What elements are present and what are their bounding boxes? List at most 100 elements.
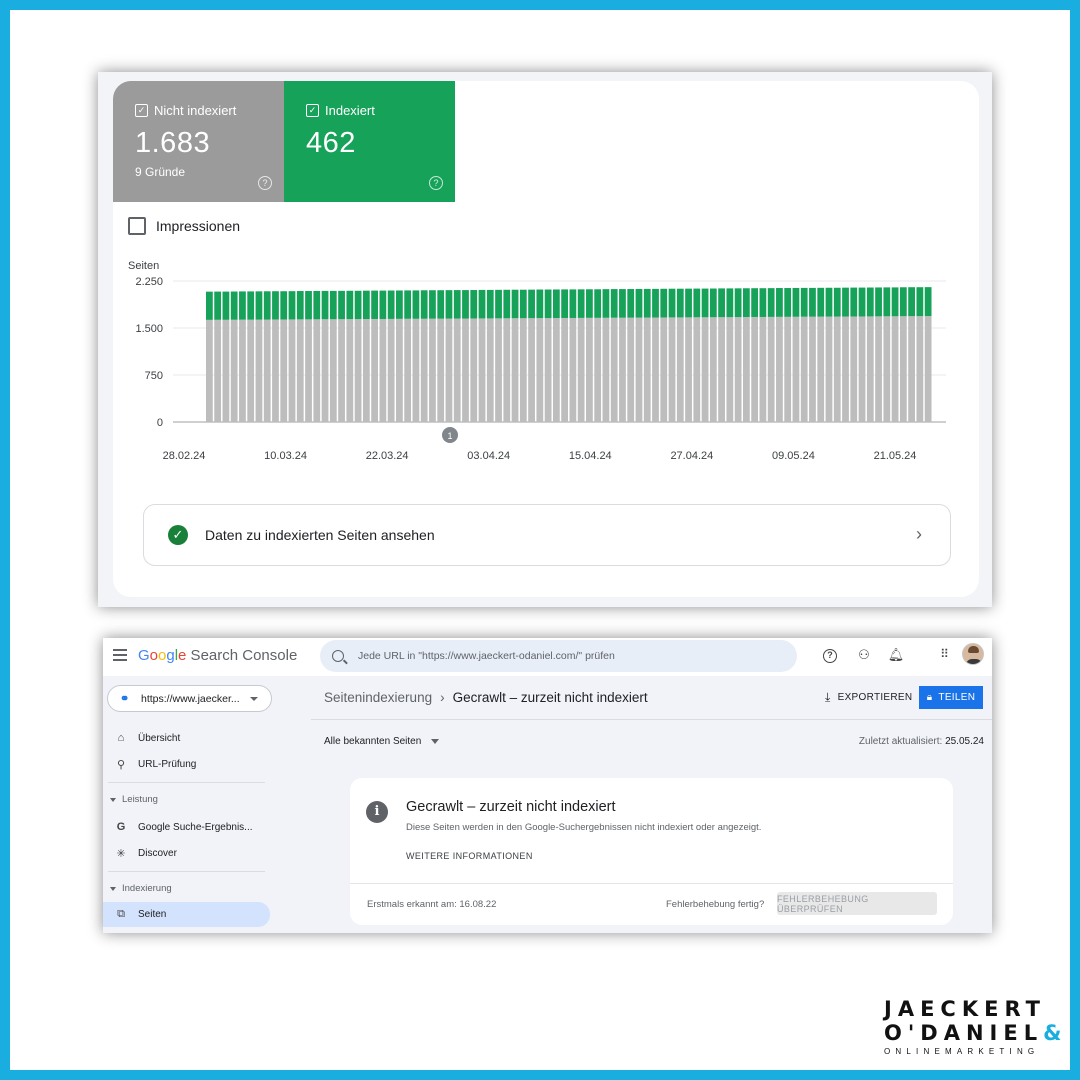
manage-users-icon[interactable]: ⚇ — [855, 647, 873, 663]
bar-indexed — [742, 288, 750, 318]
bar-not-indexed — [511, 318, 519, 422]
sidebar-item-discover[interactable]: ✳ Discover — [103, 841, 271, 865]
bar-indexed — [569, 289, 577, 318]
export-button[interactable]: ⤓ EXPORTIEREN — [825, 690, 912, 705]
bar-indexed — [858, 287, 866, 317]
validate-fix-button[interactable]: FEHLERBEHEBUNG ÜBERPRÜFEN — [777, 892, 937, 915]
bar-indexed — [387, 290, 395, 319]
bar-indexed — [899, 287, 907, 317]
bar-not-indexed — [643, 317, 651, 422]
bar-not-indexed — [875, 316, 882, 422]
bar-indexed — [792, 287, 800, 317]
bar-not-indexed — [569, 317, 577, 422]
bar-indexed — [817, 287, 825, 317]
bar-indexed — [528, 289, 535, 319]
sidebar-item-overview[interactable]: ⌂ Übersicht — [103, 726, 271, 750]
last-updated-date: 25.05.24 — [945, 736, 984, 747]
sidebar-item-url-check[interactable]: ⚲ URL-Prüfung — [103, 752, 271, 776]
checkbox-unchecked-icon[interactable] — [128, 217, 146, 235]
bar-not-indexed — [429, 318, 436, 422]
menu-icon[interactable] — [113, 649, 127, 661]
not-indexed-label: Nicht indexiert — [154, 103, 237, 118]
pages-filter-dropdown[interactable]: Alle bekannten Seiten — [324, 736, 440, 747]
bar-not-indexed — [660, 317, 668, 422]
bar-not-indexed — [767, 316, 775, 422]
bar-indexed — [676, 288, 684, 318]
share-button[interactable]: 🔒︎ TEILEN — [919, 686, 983, 709]
bar-not-indexed — [734, 317, 742, 422]
bar-indexed — [429, 290, 436, 319]
bar-not-indexed — [371, 318, 379, 422]
bar-indexed — [850, 287, 858, 317]
bar-indexed — [586, 289, 593, 318]
bar-not-indexed — [462, 318, 469, 422]
breadcrumb-parent[interactable]: Seitenindexierung — [324, 690, 432, 705]
apps-grid-icon[interactable]: ⠿ — [935, 647, 953, 661]
bar-not-indexed — [742, 317, 750, 422]
bar-not-indexed — [577, 317, 585, 422]
sidebar-item-google-results[interactable]: G Google Suche-Ergebnis... — [103, 815, 271, 839]
bar-not-indexed — [222, 319, 230, 422]
checkbox-checked-icon[interactable]: ✓ — [135, 104, 148, 117]
bar-indexed — [338, 290, 345, 320]
bar-indexed — [313, 290, 321, 320]
indexed-tile[interactable]: ✓ Indexiert 462 ? — [284, 81, 455, 202]
brand-logo: JAECKERT O'DANIEL& ONLINEMARKETING — [884, 997, 1062, 1056]
sidebar-item-pages[interactable]: ⧉ Seiten — [103, 902, 270, 927]
url-inspection-input[interactable] — [358, 650, 778, 662]
bar-not-indexed — [412, 318, 420, 422]
bar-not-indexed — [784, 316, 792, 422]
y-tick-label: 2.250 — [135, 276, 163, 288]
bar-not-indexed — [536, 318, 544, 422]
avatar[interactable] — [962, 643, 984, 665]
bar-indexed — [693, 288, 701, 318]
divider — [311, 719, 992, 720]
first-detected: Erstmals erkannt am: 16.08.22 — [367, 899, 497, 910]
bar-indexed — [321, 290, 329, 320]
chevron-right-icon: › — [916, 524, 922, 544]
section-indexing[interactable]: Indexierung — [110, 883, 172, 894]
bar-not-indexed — [594, 317, 602, 422]
bar-not-indexed — [809, 316, 816, 422]
bar-indexed — [726, 288, 734, 318]
bar-not-indexed — [503, 318, 511, 422]
bar-indexed — [924, 287, 932, 317]
fix-done-label: Fehlerbehebung fertig? — [666, 899, 765, 910]
property-selector[interactable]: ⚭ https://www.jaecker... — [107, 685, 272, 712]
bar-not-indexed — [726, 317, 734, 422]
help-icon[interactable]: ? — [258, 176, 272, 190]
sidebar: ⚭ https://www.jaecker... ⌂ Übersicht ⚲ U… — [103, 676, 275, 933]
url-inspection-search[interactable] — [320, 640, 797, 672]
bar-not-indexed — [685, 317, 692, 422]
bar-not-indexed — [230, 319, 238, 422]
y-tick-label: 750 — [145, 370, 163, 382]
bar-not-indexed — [263, 319, 271, 422]
bar-not-indexed — [404, 318, 412, 422]
app-logo[interactable]: Google Search Console — [138, 647, 297, 664]
top-app-bar: Google Search Console ? ⚇ 🔔︎ ⠿ — [103, 638, 992, 676]
bar-not-indexed — [346, 319, 354, 422]
view-indexed-pages-row[interactable]: ✓ Daten zu indexierten Seiten ansehen › — [143, 504, 951, 566]
bar-not-indexed — [255, 319, 263, 422]
bar-indexed — [362, 290, 370, 320]
not-indexed-tile[interactable]: ✓ Nicht indexiert 1.683 9 Gründe ? — [113, 81, 284, 202]
bar-indexed — [239, 291, 246, 320]
bar-not-indexed — [709, 317, 717, 422]
issue-description: Diese Seiten werden in den Google-Sucher… — [406, 822, 762, 833]
bar-indexed — [561, 289, 569, 318]
impressions-label: Impressionen — [156, 218, 241, 234]
indexing-overview-panel: ✓ Nicht indexiert 1.683 9 Gründe ? ✓ Ind… — [98, 72, 992, 607]
section-performance[interactable]: Leistung — [110, 794, 158, 805]
notifications-icon[interactable]: 🔔︎ — [887, 647, 905, 663]
search-console-panel: Google Search Console ? ⚇ 🔔︎ ⠿ ⚭ https:/… — [103, 638, 992, 933]
bar-not-indexed — [239, 319, 246, 422]
bar-indexed — [470, 290, 478, 319]
bar-not-indexed — [701, 317, 709, 422]
help-icon[interactable]: ? — [429, 176, 443, 190]
checkbox-checked-icon[interactable]: ✓ — [306, 104, 319, 117]
impressions-toggle[interactable]: Impressionen — [128, 217, 240, 235]
help-icon[interactable]: ? — [823, 649, 837, 663]
bar-indexed — [891, 287, 899, 317]
bar-indexed — [255, 291, 263, 320]
more-info-link[interactable]: WEITERE INFORMATIONEN — [406, 851, 533, 861]
